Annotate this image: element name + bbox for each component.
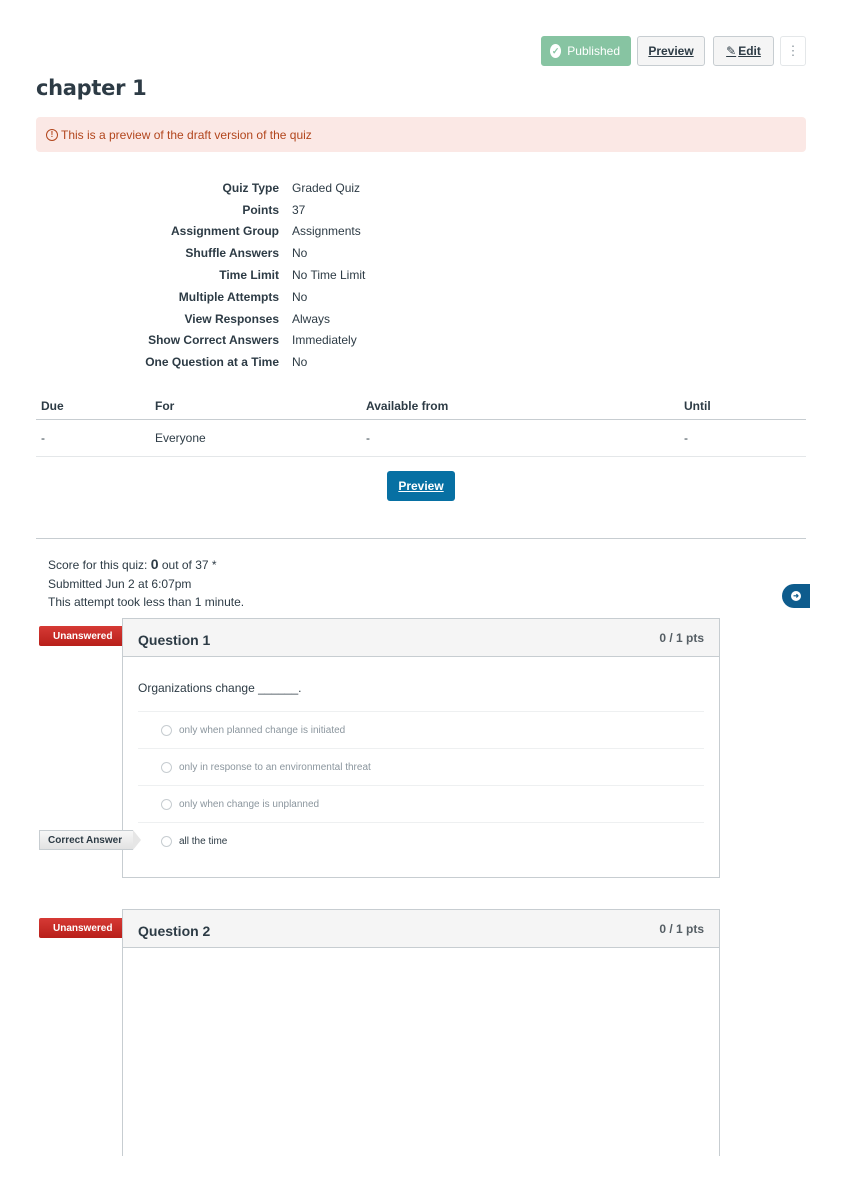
detail-label: View Responses [184, 311, 280, 326]
detail-value: Assignments [292, 224, 361, 239]
attempt-duration: This attempt took less than 1 minute. [48, 595, 245, 609]
detail-value: Always [292, 311, 331, 326]
for-cell: Everyone [150, 419, 361, 457]
published-button[interactable]: ✓ Published [541, 36, 631, 66]
table-header-row: Due For Available from Until [36, 393, 806, 420]
score-value: 0 [150, 556, 159, 572]
question-header: Question 1 0 / 1 pts [123, 619, 719, 657]
score-line: Score for this quiz: 0 out of 37 * [48, 555, 244, 575]
answer-option[interactable]: only when change is unplanned [138, 785, 704, 822]
radio-icon [161, 835, 172, 847]
detail-label: Quiz Type [222, 180, 279, 195]
available-from-cell: - [361, 419, 679, 457]
detail-value: 37 [292, 202, 306, 217]
unanswered-flag: Unanswered [39, 626, 135, 646]
side-help-tab[interactable]: ➜ [782, 584, 810, 608]
page-toolbar: ✓ Published Preview ✎ Edit ⋮ [541, 36, 806, 66]
preview-button[interactable]: Preview [637, 36, 705, 66]
submitted-time: Submitted Jun 2 at 6:07pm [48, 576, 192, 591]
detail-label: One Question at a Time [145, 355, 279, 370]
score-suffix: out of 37 * [158, 558, 217, 572]
edit-label: Edit [738, 44, 761, 58]
page-bottom-mask [0, 1156, 842, 1196]
question-points: 0 / 1 pts [659, 921, 704, 936]
until-cell: - [679, 419, 806, 457]
detail-row: Points 37 [36, 199, 365, 221]
detail-row: Assignment Group Assignments [36, 221, 365, 243]
preview-quiz-button[interactable]: Preview [387, 471, 455, 501]
edit-button[interactable]: ✎ Edit [713, 36, 774, 66]
published-label: Published [567, 44, 620, 58]
question-1: Question 1 0 / 1 pts Organizations chang… [122, 618, 720, 878]
answer-list: only when planned change is initiated on… [138, 711, 704, 859]
detail-row: One Question at a Time No [36, 351, 365, 373]
column-header-available-from: Available from [361, 393, 679, 420]
question-text: Organizations change ______. [138, 681, 302, 695]
due-dates-table: Due For Available from Until - Everyone … [36, 393, 806, 457]
page-title: chapter 1 [36, 76, 147, 100]
detail-label: Assignment Group [170, 224, 279, 239]
answer-text: only when planned change is initiated [179, 724, 346, 736]
help-icon: ➜ [791, 591, 801, 601]
detail-label: Points [242, 202, 279, 217]
detail-row: Time Limit No Time Limit [36, 264, 365, 286]
detail-value: No [292, 246, 308, 261]
alert-text: This is a preview of the draft version o… [61, 127, 312, 142]
checkmark-icon: ✓ [550, 44, 562, 58]
question-2: Question 2 0 / 1 pts [122, 909, 720, 1169]
detail-label: Time Limit [219, 268, 279, 283]
answer-option[interactable]: only in response to an environmental thr… [138, 748, 704, 785]
table-row: - Everyone - - [36, 419, 806, 457]
detail-value: No [292, 355, 308, 370]
pencil-icon: ✎ [726, 44, 737, 58]
answer-option-correct[interactable]: all the time [138, 822, 704, 859]
question-name: Question 1 [138, 631, 211, 648]
detail-label: Shuffle Answers [185, 246, 279, 261]
detail-value: Graded Quiz [292, 180, 361, 195]
due-cell: - [36, 419, 150, 457]
question-points: 0 / 1 pts [659, 630, 704, 645]
radio-icon [161, 724, 172, 736]
answer-option[interactable]: only when planned change is initiated [138, 711, 704, 748]
detail-row: Shuffle Answers No [36, 242, 365, 264]
detail-label: Show Correct Answers [148, 333, 279, 348]
detail-value: Immediately [292, 333, 357, 348]
question-name: Question 2 [138, 922, 211, 939]
detail-value: No [292, 289, 308, 304]
radio-icon [161, 761, 172, 773]
detail-label: Multiple Attempts [178, 289, 279, 304]
draft-preview-alert: ! This is a preview of the draft version… [36, 117, 806, 152]
detail-row: Quiz Type Graded Quiz [36, 177, 365, 199]
column-header-until: Until [679, 393, 806, 420]
correct-answer-flag: Correct Answer [39, 830, 141, 850]
warning-icon: ! [46, 128, 58, 141]
more-options-button[interactable]: ⋮ [780, 36, 806, 66]
answer-text: only when change is unplanned [179, 798, 320, 810]
detail-row: Multiple Attempts No [36, 286, 365, 308]
detail-row: Show Correct Answers Immediately [36, 330, 365, 352]
column-header-due: Due [36, 393, 150, 420]
answer-text: only in response to an environmental thr… [179, 761, 371, 773]
detail-row: View Responses Always [36, 308, 365, 330]
column-header-for: For [150, 393, 361, 420]
score-prefix: Score for this quiz: [48, 558, 151, 572]
score-summary: Score for this quiz: 0 out of 37 * Submi… [48, 555, 244, 612]
radio-icon [161, 798, 172, 810]
question-header: Question 2 0 / 1 pts [123, 910, 719, 948]
answer-text: all the time [179, 835, 228, 847]
detail-value: No Time Limit [292, 268, 366, 283]
divider [36, 538, 806, 539]
unanswered-flag: Unanswered [39, 918, 135, 938]
quiz-details: Quiz Type Graded Quiz Points 37 Assignment… [36, 177, 365, 373]
